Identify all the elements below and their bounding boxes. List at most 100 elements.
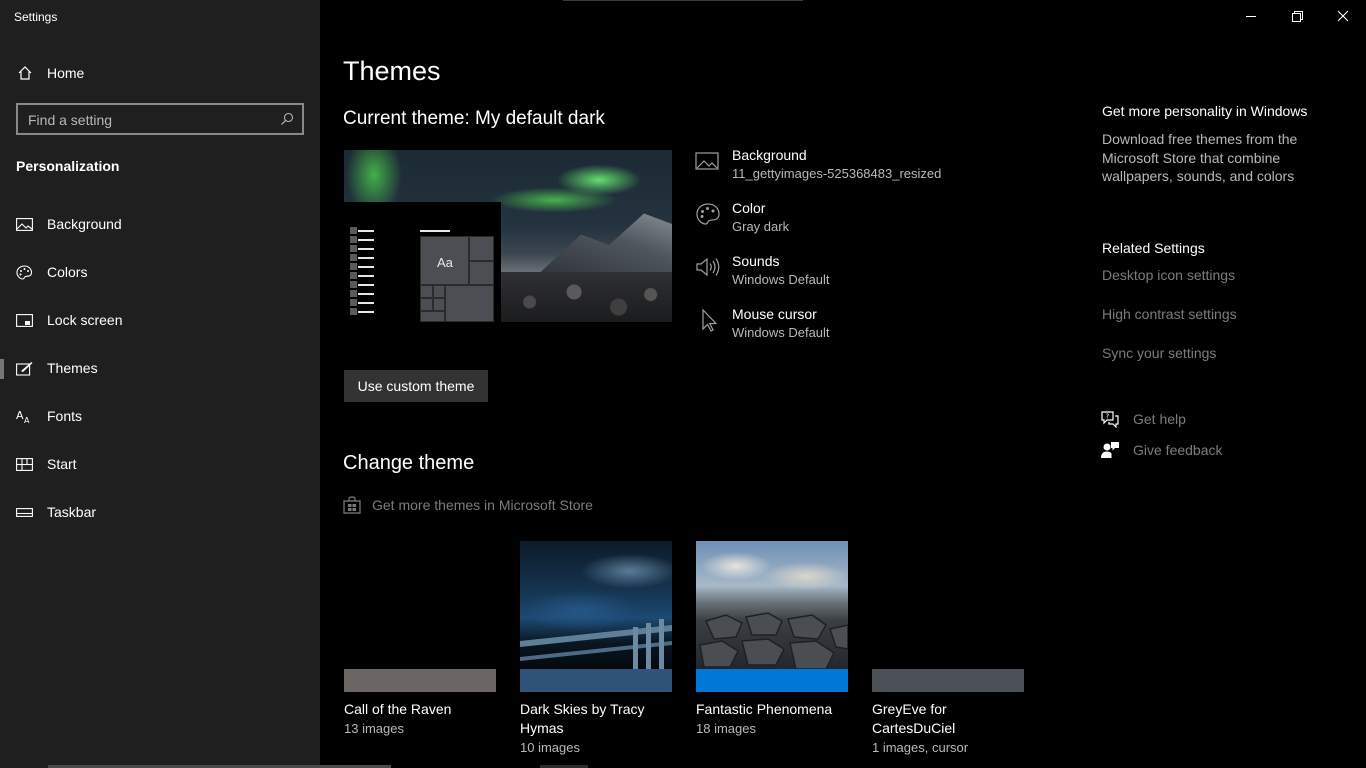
theme-image-count: 13 images <box>344 721 404 736</box>
sidebar-item-colors[interactable]: Colors <box>0 253 320 293</box>
svg-text:A: A <box>16 409 24 422</box>
property-value: Gray dark <box>732 219 790 234</box>
theme-sounds-setting[interactable]: Sounds Windows Default <box>695 253 1055 298</box>
preview-rocks <box>494 272 672 322</box>
preview-start-menu: Aa <box>344 202 501 322</box>
give-feedback-link[interactable]: Give feedback <box>1100 440 1300 462</box>
theme-accent-bar <box>520 669 672 692</box>
help-chat-icon: ? <box>1101 411 1119 428</box>
store-link-label: Get more themes in Microsoft Store <box>372 497 593 513</box>
related-settings-heading: Related Settings <box>1102 240 1205 256</box>
sidebar-item-label: Colors <box>47 264 88 280</box>
sync-settings-link[interactable]: Sync your settings <box>1102 345 1216 361</box>
image-icon <box>695 152 719 170</box>
sidebar-item-start[interactable]: Start <box>0 445 320 485</box>
home-icon <box>18 66 32 80</box>
theme-card-fantastic-phenomena[interactable]: Fantastic Phenomena 18 images <box>696 541 848 736</box>
svg-text:?: ? <box>1106 413 1110 421</box>
theme-accent-bar <box>344 669 496 692</box>
property-value: 11_gettyimages-525368483_resized <box>732 166 942 181</box>
palette-icon <box>696 203 720 225</box>
search-input[interactable]: Find a setting <box>16 103 304 135</box>
desktop-icon-settings-link[interactable]: Desktop icon settings <box>1102 267 1235 283</box>
personality-heading: Get more personality in Windows <box>1102 103 1308 119</box>
search-placeholder: Find a setting <box>28 112 113 128</box>
sidebar-item-label: Start <box>47 456 77 472</box>
home-label: Home <box>47 65 85 81</box>
theme-card-call-of-the-raven[interactable]: Call of the Raven 13 images <box>344 541 496 736</box>
restore-button[interactable] <box>1274 0 1320 32</box>
theme-name: Fantastic Phenomena <box>696 701 833 717</box>
sidebar-item-lock-screen[interactable]: Lock screen <box>0 301 320 341</box>
sidebar-item-label: Taskbar <box>47 504 97 520</box>
sidebar-item-fonts[interactable]: A A Fonts <box>0 397 320 437</box>
theme-background-setting[interactable]: Background 11_gettyimages-525368483_resi… <box>695 147 1055 192</box>
get-help-link[interactable]: ? Get help <box>1100 409 1300 431</box>
fonts-icon: A A <box>16 409 30 424</box>
property-name: Sounds <box>732 253 780 269</box>
theme-image-count: 18 images <box>696 721 756 736</box>
search-icon[interactable] <box>280 112 294 126</box>
themes-icon <box>16 362 33 376</box>
personality-description: Download free themes from the Microsoft … <box>1102 131 1298 184</box>
use-custom-theme-button[interactable]: Use custom theme <box>344 370 488 402</box>
change-theme-heading: Change theme <box>343 452 475 474</box>
preview-tiles-header <box>420 230 450 232</box>
start-icon <box>16 458 33 471</box>
theme-color-setting[interactable]: Color Gray dark <box>695 200 1055 245</box>
page-title: Themes <box>343 56 441 86</box>
theme-name: Call of the Raven <box>344 701 452 717</box>
high-contrast-settings-link[interactable]: High contrast settings <box>1102 306 1237 322</box>
theme-mouse-cursor-setting[interactable]: Mouse cursor Windows Default <box>695 306 1055 351</box>
preview-tiles: Aa <box>420 236 494 322</box>
close-icon <box>1337 10 1349 22</box>
theme-name: GreyEve for CartesDuCiel <box>872 701 956 736</box>
property-name: Color <box>732 200 766 216</box>
theme-image-count: 10 images <box>520 740 580 755</box>
section-title: Personalization <box>16 158 120 174</box>
cursor-icon <box>702 308 718 332</box>
store-icon <box>343 496 361 514</box>
give-feedback-label: Give feedback <box>1133 442 1223 458</box>
sidebar-item-label: Lock screen <box>47 312 123 328</box>
theme-name: Dark Skies by Tracy Hymas <box>520 701 645 736</box>
theme-accent-bar <box>696 669 848 692</box>
fence-graphic <box>520 619 672 669</box>
basalt-columns-graphic <box>699 612 848 669</box>
sidebar-item-label: Themes <box>47 360 98 376</box>
property-name: Mouse cursor <box>732 306 817 322</box>
theme-card-dark-skies[interactable]: Dark Skies by Tracy Hymas 10 images <box>520 541 672 755</box>
close-button[interactable] <box>1320 0 1366 32</box>
theme-image-count: 1 images, cursor <box>872 740 969 755</box>
home-nav-item[interactable]: Home <box>0 58 320 88</box>
sidebar: Settings Home Find a setting Personaliza… <box>0 0 391 768</box>
lock-screen-icon <box>16 314 33 327</box>
sidebar-item-taskbar[interactable]: Taskbar <box>0 493 320 533</box>
app-title: Settings <box>14 10 58 24</box>
theme-thumbnail <box>696 541 848 669</box>
theme-thumbnail <box>872 541 1024 669</box>
theme-preview: Aa <box>344 150 672 322</box>
property-value: Windows Default <box>732 272 830 287</box>
sidebar-item-label: Background <box>47 216 122 232</box>
palette-icon <box>16 265 33 280</box>
sidebar-item-background[interactable]: Background <box>0 205 320 245</box>
get-help-label: Get help <box>1133 411 1186 427</box>
minimize-button[interactable] <box>1228 0 1274 32</box>
theme-thumbnail <box>344 541 496 669</box>
theme-accent-bar <box>872 669 1024 692</box>
theme-thumbnail <box>520 541 672 669</box>
property-value: Windows Default <box>732 325 830 340</box>
preview-app-list <box>350 227 380 320</box>
speaker-icon <box>696 257 720 277</box>
preview-tile-label: Aa <box>437 255 453 270</box>
theme-card-greyeve[interactable]: GreyEve for CartesDuCiel 1 images, curso… <box>872 541 1024 755</box>
sidebar-item-themes[interactable]: Themes <box>0 349 320 389</box>
minimize-icon <box>1246 16 1256 17</box>
property-name: Background <box>732 147 807 163</box>
preview-mountain <box>532 213 672 280</box>
feedback-icon <box>1101 442 1119 458</box>
title-bar-accent <box>563 0 803 1</box>
current-theme-heading: Current theme: My default dark <box>343 108 605 129</box>
svg-text:A: A <box>24 416 30 424</box>
